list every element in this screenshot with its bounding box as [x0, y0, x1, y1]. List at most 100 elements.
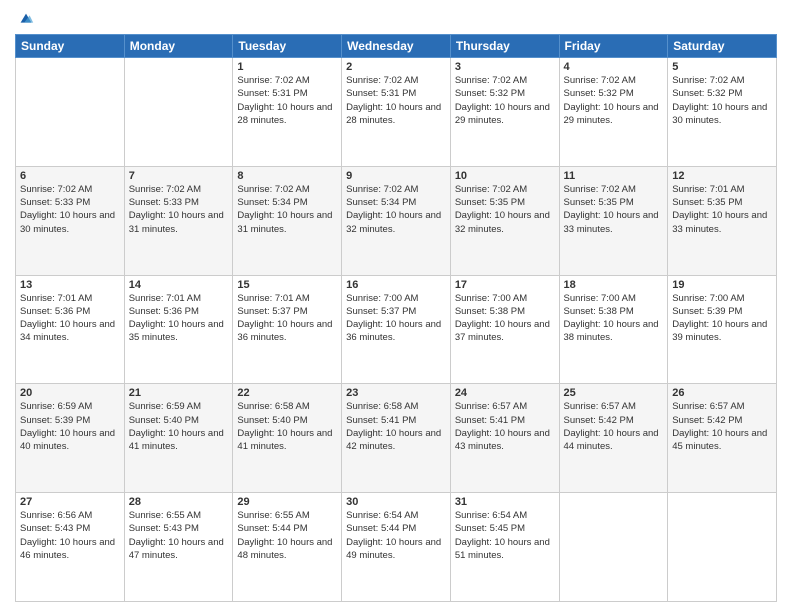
- day-number: 9: [346, 170, 446, 182]
- sunrise-label: Sunrise: 6:55 AM: [237, 510, 309, 521]
- day-cell: 27Sunrise: 6:56 AMSunset: 5:43 PMDayligh…: [16, 493, 125, 602]
- day-info: Sunrise: 6:54 AM Sunset: 5:44 PM Daylight:…: [346, 509, 446, 562]
- sunset-label: Sunset: 5:37 PM: [237, 306, 307, 317]
- daylight-label: Daylight: 10 hours and 37 minutes.: [455, 319, 550, 343]
- sunset-label: Sunset: 5:40 PM: [237, 415, 307, 426]
- day-info: Sunrise: 6:54 AMSunset: 5:45 PMDaylight:…: [455, 509, 555, 562]
- daylight-label: Daylight: 10 hours and 33 minutes.: [564, 210, 659, 234]
- day-info: Sunrise: 7:02 AM Sunset: 5:35 PM Daylight:…: [564, 183, 664, 236]
- day-info: Sunrise: 7:01 AMSunset: 5:36 PMDaylight:…: [129, 292, 229, 345]
- day-info: Sunrise: 7:02 AMSunset: 5:33 PMDaylight:…: [20, 183, 120, 236]
- sunset-label: Sunset: 5:44 PM: [346, 523, 416, 534]
- day-number: 26: [672, 387, 772, 399]
- daylight-label: Daylight: 10 hours and 46 minutes.: [20, 537, 115, 561]
- day-number: 7: [129, 170, 229, 182]
- sunset-label: Sunset: 5:32 PM: [455, 88, 525, 99]
- day-cell: 22Sunrise: 6:58 AMSunset: 5:40 PMDayligh…: [233, 384, 342, 493]
- sunrise-label: Sunrise: 7:02 AM: [346, 184, 418, 195]
- day-number: 22: [237, 387, 337, 399]
- daylight-label: Daylight: 10 hours and 29 minutes.: [455, 102, 550, 126]
- daylight-label: Daylight: 10 hours and 29 minutes.: [564, 102, 659, 126]
- daylight-label: Daylight: 10 hours and 41 minutes.: [237, 428, 332, 452]
- day-cell: 30 Sunrise: 6:54 AM Sunset: 5:44 PM Dayligh…: [342, 493, 451, 602]
- day-number: 19: [672, 279, 772, 291]
- daylight-label: Daylight: 10 hours and 47 minutes.: [129, 537, 224, 561]
- daylight-label: Daylight: 10 hours and 49 minutes.: [346, 537, 441, 561]
- sunset-label: Sunset: 5:38 PM: [564, 306, 634, 317]
- sunset-label: Sunset: 5:41 PM: [346, 415, 416, 426]
- day-number: 2: [346, 61, 446, 73]
- calendar-header-row: SundayMondayTuesdayWednesdayThursdayFrid…: [16, 35, 777, 58]
- day-header-tuesday: Tuesday: [233, 35, 342, 58]
- day-header-wednesday: Wednesday: [342, 35, 451, 58]
- sunrise-label: Sunrise: 6:59 AM: [20, 401, 92, 412]
- daylight-label: Daylight: 10 hours and 32 minutes.: [455, 210, 550, 234]
- sunrise-label: Sunrise: 7:02 AM: [237, 184, 309, 195]
- day-cell: [16, 58, 125, 167]
- daylight-label: Daylight: 10 hours and 32 minutes.: [346, 210, 441, 234]
- sunset-label: Sunset: 5:38 PM: [455, 306, 525, 317]
- day-number: 14: [129, 279, 229, 291]
- day-number: 4: [564, 61, 664, 73]
- day-info: Sunrise: 7:02 AMSunset: 5:34 PMDaylight:…: [346, 183, 446, 236]
- day-number: 16: [346, 279, 446, 291]
- week-row-2: 6Sunrise: 7:02 AMSunset: 5:33 PMDaylight…: [16, 166, 777, 275]
- day-number: 17: [455, 279, 555, 291]
- day-cell: 8Sunrise: 7:02 AMSunset: 5:34 PMDaylight…: [233, 166, 342, 275]
- day-info: Sunrise: 7:02 AMSunset: 5:32 PMDaylight:…: [455, 74, 555, 127]
- daylight-label: Daylight: 10 hours and 28 minutes.: [237, 102, 332, 126]
- sunrise-label: Sunrise: 7:01 AM: [672, 184, 744, 195]
- sunset-label: Sunset: 5:40 PM: [129, 415, 199, 426]
- sunset-label: Sunset: 5:36 PM: [20, 306, 90, 317]
- day-cell: 28Sunrise: 6:55 AMSunset: 5:43 PMDayligh…: [124, 493, 233, 602]
- sunset-label: Sunset: 5:41 PM: [455, 415, 525, 426]
- daylight-label: Daylight: 10 hours and 38 minutes.: [564, 319, 659, 343]
- day-number: 20: [20, 387, 120, 399]
- sunrise-label: Sunrise: 7:01 AM: [129, 293, 201, 304]
- day-header-saturday: Saturday: [668, 35, 777, 58]
- sunset-label: Sunset: 5:35 PM: [455, 197, 525, 208]
- day-cell: 1Sunrise: 7:02 AMSunset: 5:31 PMDaylight…: [233, 58, 342, 167]
- day-header-friday: Friday: [559, 35, 668, 58]
- day-header-thursday: Thursday: [450, 35, 559, 58]
- day-cell: 4Sunrise: 7:02 AMSunset: 5:32 PMDaylight…: [559, 58, 668, 167]
- day-info: Sunrise: 6:57 AMSunset: 5:42 PMDaylight:…: [672, 400, 772, 453]
- sunrise-label: Sunrise: 7:02 AM: [237, 75, 309, 86]
- day-number: 30: [346, 496, 446, 508]
- day-info: Sunrise: 6:55 AMSunset: 5:44 PMDaylight:…: [237, 509, 337, 562]
- day-info: Sunrise: 7:00 AMSunset: 5:37 PMDaylight:…: [346, 292, 446, 345]
- sunset-label: Sunset: 5:35 PM: [564, 197, 634, 208]
- day-cell: 10 Sunrise: 7:02 AM Sunset: 5:35 PM Dayligh…: [450, 166, 559, 275]
- sunrise-label: Sunrise: 6:57 AM: [455, 401, 527, 412]
- day-cell: 6Sunrise: 7:02 AMSunset: 5:33 PMDaylight…: [16, 166, 125, 275]
- day-number: 12: [672, 170, 772, 182]
- day-number: 23: [346, 387, 446, 399]
- sunset-label: Sunset: 5:43 PM: [129, 523, 199, 534]
- day-info: Sunrise: 7:02 AMSunset: 5:31 PMDaylight:…: [346, 74, 446, 127]
- sunrise-label: Sunrise: 6:54 AM: [346, 510, 418, 521]
- sunrise-label: Sunrise: 7:00 AM: [346, 293, 418, 304]
- sunrise-label: Sunrise: 7:01 AM: [20, 293, 92, 304]
- header: [15, 10, 777, 28]
- day-cell: 24Sunrise: 6:57 AMSunset: 5:41 PMDayligh…: [450, 384, 559, 493]
- sunrise-label: Sunrise: 7:01 AM: [237, 293, 309, 304]
- sunrise-label: Sunrise: 7:02 AM: [564, 184, 636, 195]
- day-cell: [668, 493, 777, 602]
- day-cell: 9Sunrise: 7:02 AMSunset: 5:34 PMDaylight…: [342, 166, 451, 275]
- sunset-label: Sunset: 5:37 PM: [346, 306, 416, 317]
- day-cell: 21Sunrise: 6:59 AMSunset: 5:40 PMDayligh…: [124, 384, 233, 493]
- day-cell: 11Sunrise: 7:02 AMSunset: 5:35 PMDayligh…: [559, 166, 668, 275]
- day-info: Sunrise: 6:59 AMSunset: 5:39 PMDaylight:…: [20, 400, 120, 453]
- day-cell: 23Sunrise: 6:58 AMSunset: 5:41 PMDayligh…: [342, 384, 451, 493]
- sunset-label: Sunset: 5:44 PM: [237, 523, 307, 534]
- sunrise-label: Sunrise: 7:02 AM: [455, 184, 527, 195]
- day-number: 10: [455, 170, 555, 182]
- day-info: Sunrise: 7:02 AM Sunset: 5:35 PM Daylight:…: [455, 183, 555, 236]
- sunrise-label: Sunrise: 7:02 AM: [672, 75, 744, 86]
- day-info: Sunrise: 6:56 AMSunset: 5:43 PMDaylight:…: [20, 509, 120, 562]
- day-number: 15: [237, 279, 337, 291]
- daylight-label: Daylight: 10 hours and 41 minutes.: [129, 428, 224, 452]
- day-info: Sunrise: 7:01 AMSunset: 5:36 PMDaylight:…: [20, 292, 120, 345]
- day-info: Sunrise: 7:02 AMSunset: 5:33 PMDaylight:…: [129, 183, 229, 236]
- week-row-4: 20Sunrise: 6:59 AMSunset: 5:39 PMDayligh…: [16, 384, 777, 493]
